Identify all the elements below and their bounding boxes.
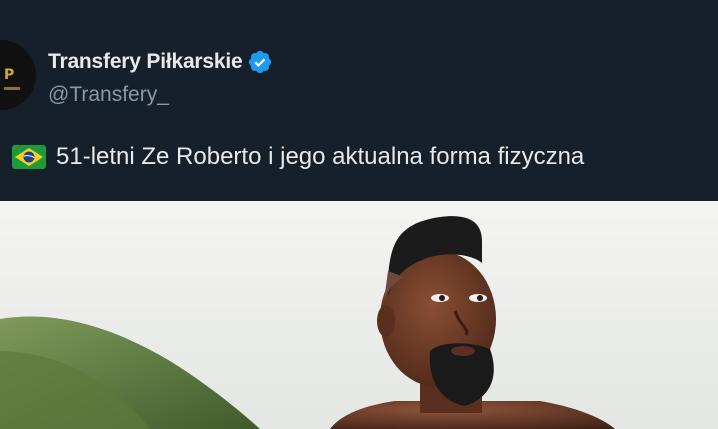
tweet-body-text: 51-letni Ze Roberto i jego aktualna form… [56, 143, 585, 170]
tweet-photo[interactable] [0, 201, 718, 429]
account-avatar[interactable]: P [0, 40, 36, 110]
tweet-card[interactable]: P Transfery Piłkarskie @Transfery_ 51-le… [0, 0, 718, 429]
account-handle[interactable]: @Transfery_ [48, 83, 169, 107]
brazil-flag-icon [12, 145, 46, 169]
verified-badge-icon [247, 49, 273, 75]
svg-text:P: P [4, 67, 14, 83]
account-name-row: Transfery Piłkarskie [48, 48, 273, 76]
account-display-name[interactable]: Transfery Piłkarskie [48, 50, 243, 74]
transfery-logo-icon: P [0, 40, 36, 110]
tweet-text: 51-letni Ze Roberto i jego aktualna form… [12, 143, 584, 171]
photo-man-outdoors-icon [0, 201, 718, 429]
